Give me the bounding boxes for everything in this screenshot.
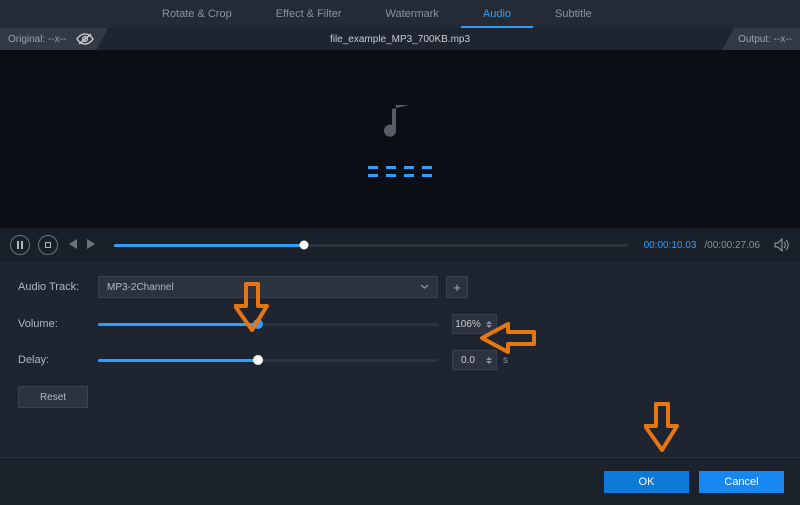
delay-down-button[interactable] (486, 361, 492, 364)
delay-thumb[interactable] (253, 355, 263, 365)
ok-button[interactable]: OK (604, 471, 689, 493)
add-track-button[interactable]: + (446, 276, 468, 298)
chevron-down-icon (420, 282, 429, 293)
volume-fill (98, 323, 258, 326)
delay-value-input[interactable] (453, 355, 483, 366)
tab-watermark[interactable]: Watermark (364, 0, 461, 28)
reset-row: Reset (18, 386, 782, 408)
info-bar: Original: --x-- file_example_MP3_700KB.m… (0, 28, 800, 50)
volume-up-button[interactable] (486, 321, 492, 324)
time-total: /00:00:27.06 (704, 240, 760, 251)
prev-frame-button[interactable] (66, 238, 78, 252)
original-size-text: Original: --x-- (8, 34, 66, 45)
position-thumb[interactable] (300, 241, 309, 250)
top-tabs: Rotate & Crop Effect & Filter Watermark … (0, 0, 800, 28)
delay-up-button[interactable] (486, 357, 492, 360)
volume-value-input[interactable] (453, 319, 483, 330)
player-bar: 00:00:10.03/00:00:27.06 (0, 228, 800, 262)
volume-row: Volume: (18, 314, 782, 334)
eye-off-icon[interactable] (76, 32, 94, 46)
time-current: 00:00:10.03 (644, 240, 697, 251)
volume-icon[interactable] (774, 238, 790, 252)
audio-track-value: MP3-2Channel (107, 282, 174, 293)
pause-button[interactable] (10, 235, 30, 255)
delay-label: Delay: (18, 354, 98, 366)
volume-stepper[interactable] (452, 314, 497, 334)
stop-button[interactable] (38, 235, 58, 255)
volume-thumb[interactable] (253, 319, 263, 329)
tab-effect-filter[interactable]: Effect & Filter (254, 0, 364, 28)
delay-fill (98, 359, 258, 362)
cancel-button[interactable]: Cancel (699, 471, 784, 493)
tab-subtitle[interactable]: Subtitle (533, 0, 614, 28)
tab-audio[interactable]: Audio (461, 0, 533, 28)
volume-down-button[interactable] (486, 325, 492, 328)
volume-label: Volume: (18, 318, 98, 330)
audio-track-label: Audio Track: (18, 281, 98, 293)
delay-row: Delay: s (18, 350, 782, 370)
file-name: file_example_MP3_700KB.mp3 (0, 34, 800, 45)
position-slider[interactable] (114, 244, 628, 247)
delay-unit: s (503, 355, 508, 366)
delay-stepper[interactable] (452, 350, 497, 370)
preview-area (0, 50, 800, 228)
next-frame-button[interactable] (86, 238, 98, 252)
original-size-label: Original: --x-- (0, 28, 108, 50)
audio-settings: Audio Track: MP3-2Channel + Volume: Dela… (0, 262, 800, 418)
reset-button[interactable]: Reset (18, 386, 88, 408)
delay-slider[interactable] (98, 359, 438, 362)
equalizer-icon (368, 164, 432, 177)
audio-track-select[interactable]: MP3-2Channel (98, 276, 438, 298)
footer: OK Cancel (0, 457, 800, 505)
tab-rotate-crop[interactable]: Rotate & Crop (140, 0, 254, 28)
output-size-label: Output: --x-- (722, 28, 800, 50)
position-fill (114, 244, 304, 247)
audio-track-row: Audio Track: MP3-2Channel + (18, 276, 782, 298)
music-note-icon (383, 101, 417, 146)
volume-slider[interactable] (98, 323, 438, 326)
